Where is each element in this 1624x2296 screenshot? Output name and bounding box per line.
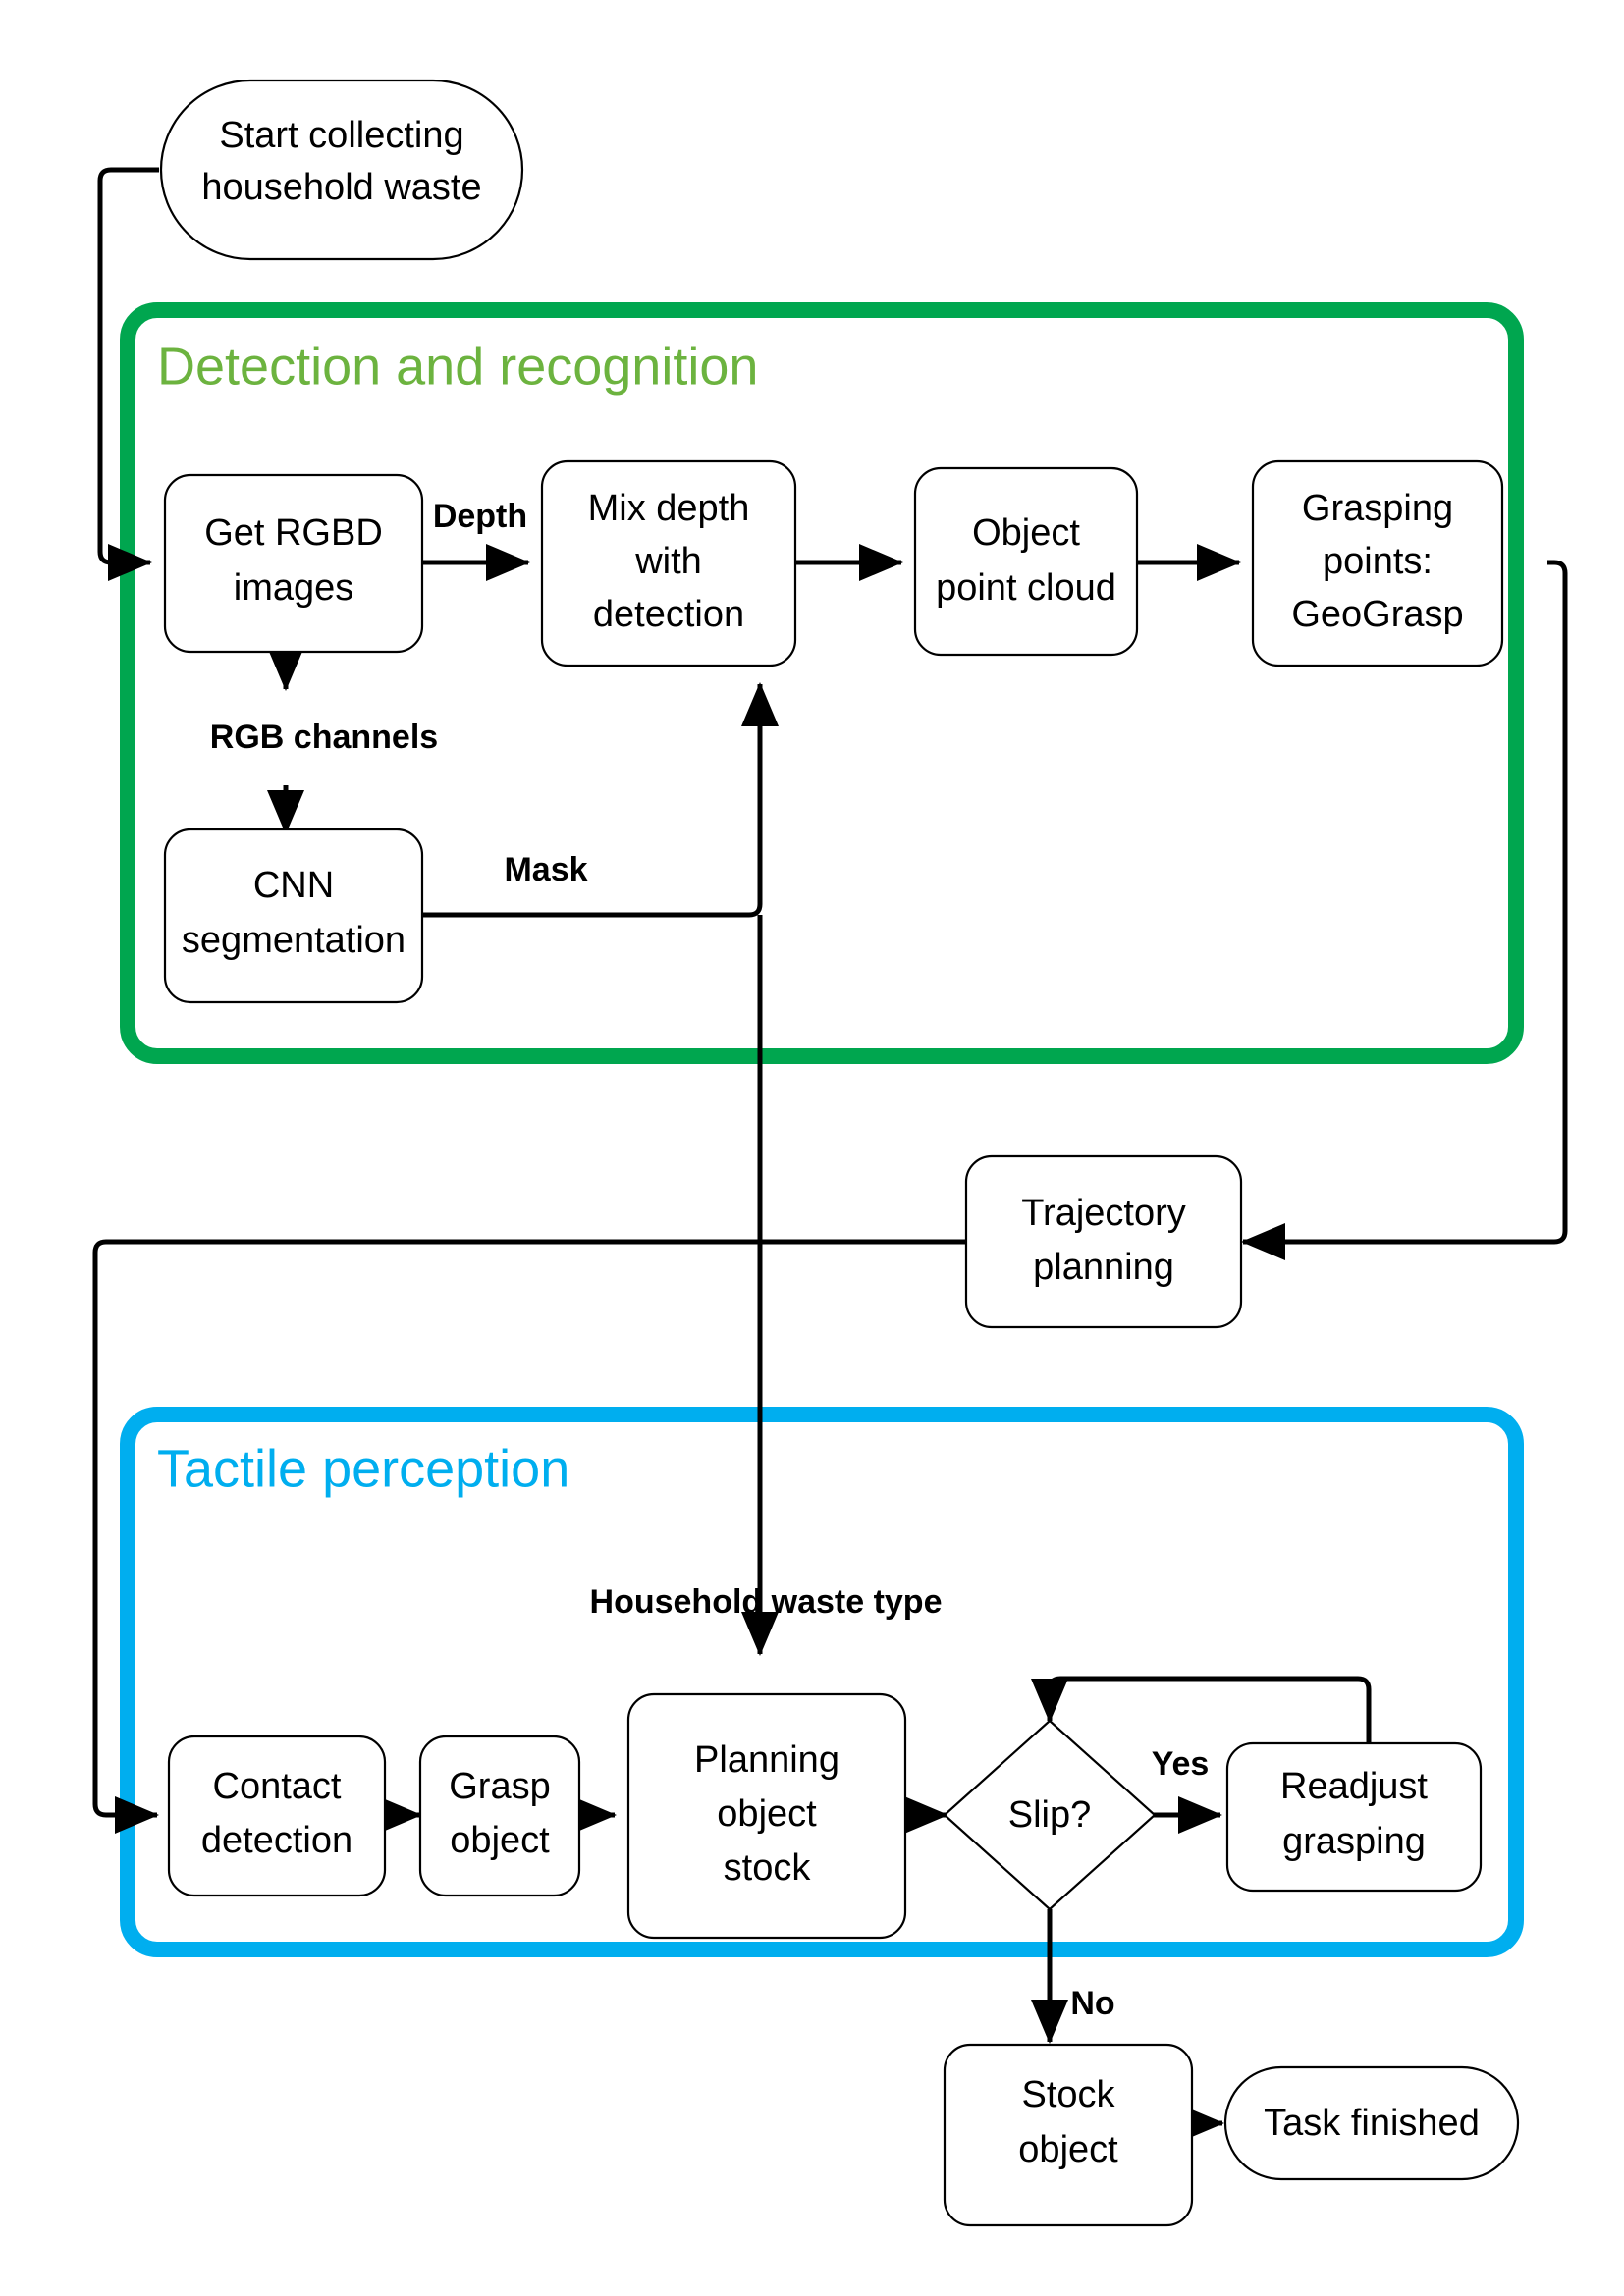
- node-cnn-label-2: segmentation: [182, 920, 406, 961]
- node-readjust-label-1: Readjust: [1280, 1766, 1428, 1807]
- node-point-cloud-label-2: point cloud: [936, 567, 1116, 609]
- node-planning-object-stock[interactable]: Planning object stock: [626, 1692, 907, 1940]
- node-get-rgbd-label-1: Get RGBD: [204, 512, 383, 554]
- node-trajectory-label-2: planning: [1033, 1247, 1174, 1288]
- edge-label-depth: Depth: [433, 498, 527, 535]
- edge-label-mask: Mask: [504, 851, 587, 888]
- edge-label-household-waste-type: Household waste type: [590, 1583, 943, 1621]
- node-grasping-points[interactable]: Grasping points: GeoGrasp: [1251, 459, 1504, 667]
- node-mix-depth[interactable]: Mix depth with detection: [540, 459, 797, 667]
- node-get-rgbd-label-2: images: [234, 567, 354, 609]
- edge-label-yes: Yes: [1152, 1745, 1210, 1783]
- node-grasp-object[interactable]: Grasp object: [418, 1735, 581, 1897]
- node-grasping-points-label-1: Grasping: [1302, 488, 1453, 529]
- node-contact-detection-label-1: Contact: [213, 1766, 342, 1807]
- node-start-label-1: Start collecting: [219, 115, 463, 156]
- node-readjust-grasping[interactable]: Readjust grasping: [1225, 1741, 1483, 1893]
- node-point-cloud[interactable]: Object point cloud: [913, 466, 1139, 657]
- node-task-finished[interactable]: Task finished: [1223, 2065, 1520, 2181]
- node-grasp-object-label-1: Grasp: [449, 1766, 550, 1807]
- node-start[interactable]: Start collecting household waste: [159, 79, 524, 261]
- node-planning-stock-label-2: object: [717, 1793, 817, 1835]
- node-cnn-segmentation[interactable]: CNN segmentation: [163, 828, 424, 1004]
- node-contact-detection-label-2: detection: [201, 1820, 352, 1861]
- node-mix-depth-label-2: with: [634, 541, 702, 582]
- node-point-cloud-label-1: Object: [972, 512, 1080, 554]
- node-stock-object[interactable]: Stock object: [943, 2043, 1194, 2227]
- node-grasping-points-label-3: GeoGrasp: [1291, 594, 1463, 635]
- node-trajectory-label-1: Trajectory: [1021, 1193, 1186, 1234]
- node-stock-object-label-2: object: [1018, 2129, 1118, 2170]
- node-cnn-label-1: CNN: [253, 865, 334, 906]
- node-mix-depth-label-1: Mix depth: [588, 488, 750, 529]
- node-planning-stock-label-1: Planning: [694, 1739, 839, 1781]
- node-contact-detection[interactable]: Contact detection: [167, 1735, 387, 1897]
- node-trajectory-planning[interactable]: Trajectory planning: [964, 1154, 1243, 1329]
- node-grasping-points-label-2: points:: [1323, 541, 1433, 582]
- node-stock-object-label-1: Stock: [1021, 2074, 1115, 2115]
- flowchart-canvas: Detection and recognition Tactile percep…: [0, 0, 1624, 2296]
- node-get-rgbd[interactable]: Get RGBD images: [163, 473, 424, 654]
- node-start-label-2: household waste: [201, 167, 481, 208]
- node-planning-stock-label-3: stock: [724, 1847, 812, 1889]
- node-grasp-object-label-2: object: [450, 1820, 550, 1861]
- node-readjust-label-2: grasping: [1282, 1821, 1426, 1862]
- edge-label-no: No: [1070, 1985, 1114, 2022]
- group-title-tactile: Tactile perception: [157, 1439, 569, 1498]
- group-title-detection: Detection and recognition: [157, 337, 758, 396]
- node-task-finished-label: Task finished: [1264, 2103, 1480, 2144]
- node-mix-depth-label-3: detection: [593, 594, 744, 635]
- node-slip-label: Slip?: [1008, 1794, 1092, 1836]
- edge-label-rgb-channels: RGB channels: [210, 719, 438, 756]
